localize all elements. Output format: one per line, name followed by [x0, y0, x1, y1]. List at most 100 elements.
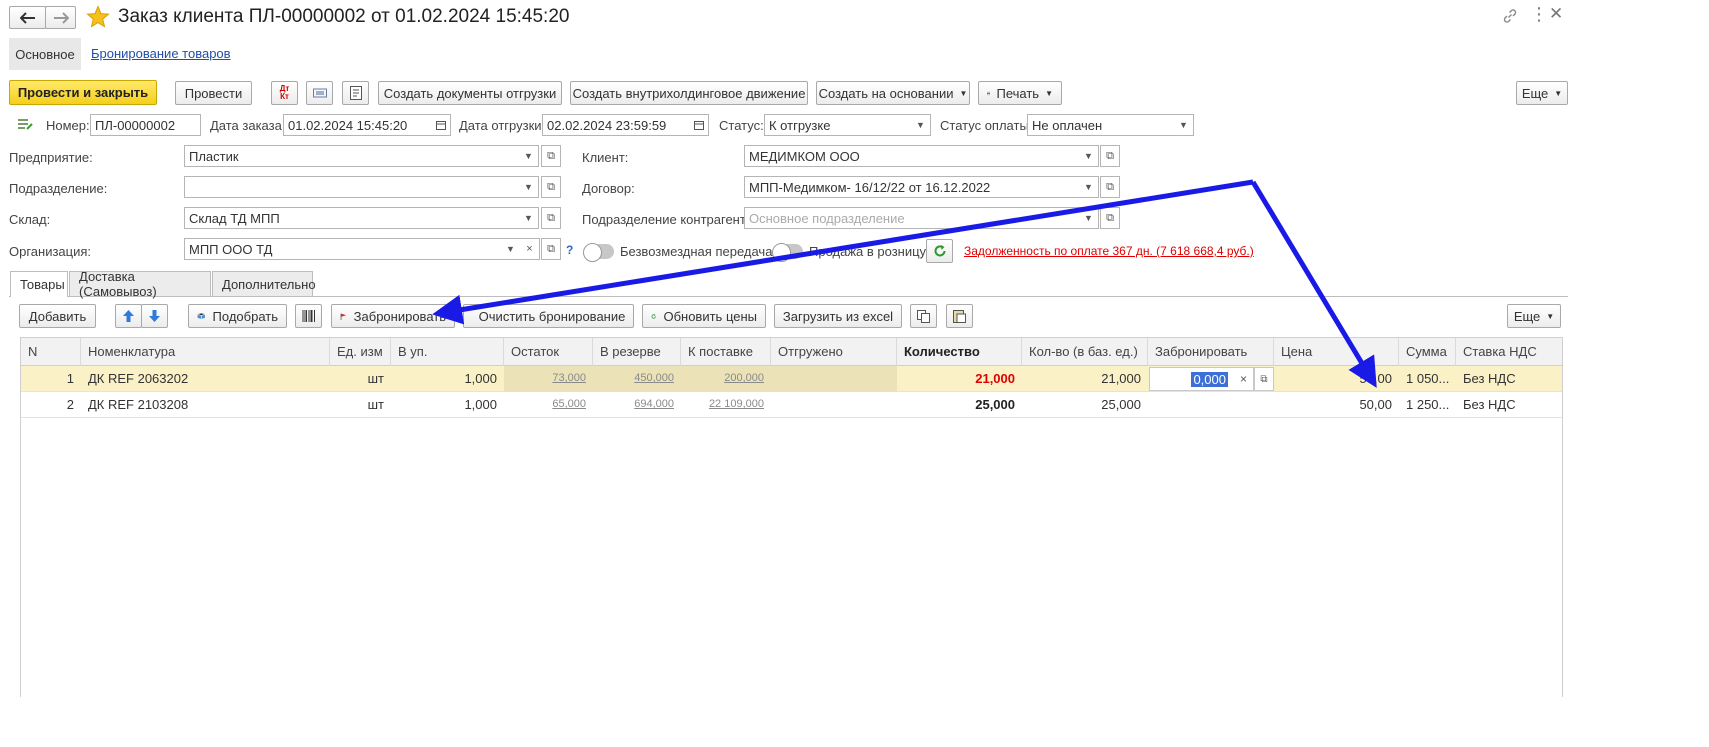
col-sum[interactable]: Сумма	[1399, 338, 1456, 366]
free-transfer-toggle[interactable]	[583, 243, 614, 262]
division-field[interactable]	[184, 176, 520, 198]
add-button[interactable]: Добавить	[19, 304, 96, 328]
cell-qty: 25,000	[975, 397, 1015, 412]
order-date-label: Дата заказа:	[210, 118, 286, 133]
enterprise-dropdown-button[interactable]: ▼	[519, 145, 539, 167]
cell-to-supply[interactable]: 200,000	[681, 366, 771, 392]
counterparty-division-field[interactable]: Основное подразделение	[744, 207, 1080, 229]
load-excel-button[interactable]: Загрузить из excel	[774, 304, 902, 328]
enterprise-field[interactable]: Пластик	[184, 145, 520, 167]
pay-status-field[interactable]: Не оплачен	[1027, 114, 1175, 136]
reserve-open-button[interactable]: ⧉	[1254, 367, 1274, 391]
order-date-field[interactable]: 01.02.2024 15:45:20	[283, 114, 432, 136]
tab-additional[interactable]: Дополнительно	[212, 271, 316, 296]
col-qty[interactable]: Количество	[897, 338, 1022, 366]
division-dropdown-button[interactable]: ▼	[519, 176, 539, 198]
organization-clear-button[interactable]: ×	[520, 238, 540, 260]
col-stock[interactable]: Остаток	[504, 338, 593, 366]
table-row[interactable]: 1 ДК REF 2063202 шт 1,000 73,000 450,000…	[21, 366, 1562, 392]
create-shipment-docs-button[interactable]: Создать документы отгрузки	[378, 81, 562, 105]
pay-status-label: Статус оплаты:	[940, 118, 1033, 133]
tab-delivery[interactable]: Доставка (Самовывоз)	[69, 269, 211, 299]
close-icon[interactable]: ✕	[1549, 4, 1563, 24]
copy-rows-button[interactable]	[910, 304, 937, 328]
kebab-menu-icon[interactable]: ⋮	[1530, 4, 1548, 25]
client-dropdown-button[interactable]: ▼	[1079, 145, 1099, 167]
back-button[interactable]	[9, 6, 46, 29]
status-dropdown-button[interactable]: ▼	[911, 114, 931, 136]
clear-reserve-button[interactable]: Очистить бронирование	[463, 304, 634, 328]
col-price[interactable]: Цена	[1274, 338, 1399, 366]
warehouse-open-button[interactable]: ⧉	[541, 207, 561, 229]
create-based-on-button[interactable]: Создать на основании ▼	[816, 81, 970, 105]
update-prices-button[interactable]: Обновить цены	[642, 304, 766, 328]
table-row[interactable]: 2 ДК REF 2103208 шт 1,000 65,000 694,000…	[21, 392, 1562, 418]
client-field[interactable]: МЕДИМКОМ ООО	[744, 145, 1080, 167]
print-button[interactable]: Печать ▼	[978, 81, 1062, 105]
post-button[interactable]: Провести	[175, 81, 252, 105]
cell-reserved[interactable]: 450,000	[593, 366, 681, 392]
printer-icon	[987, 91, 991, 95]
reserve-button[interactable]: Забронировать	[331, 304, 455, 328]
nav-tab-booking[interactable]: Бронирование товаров	[91, 46, 231, 61]
counterparty-division-open-button[interactable]: ⧉	[1100, 207, 1120, 229]
cell-stock[interactable]: 73,000	[504, 366, 593, 392]
organization-dropdown-button[interactable]: ▼	[501, 238, 521, 260]
counterparty-division-dropdown-button[interactable]: ▼	[1079, 207, 1099, 229]
post-and-close-button[interactable]: Провести и закрыть	[9, 80, 157, 105]
more-button[interactable]: Еще ▼	[1516, 81, 1568, 105]
move-up-button[interactable]	[115, 304, 142, 328]
reserve-clear-button[interactable]: ×	[1234, 367, 1254, 391]
debt-link[interactable]: Задолженность по оплате 367 дн. (7 618 6…	[964, 244, 1254, 258]
create-holding-movement-button[interactable]: Создать внутрихолдинговое движение	[570, 81, 808, 105]
paste-rows-button[interactable]	[946, 304, 973, 328]
warehouse-dropdown-button[interactable]: ▼	[519, 207, 539, 229]
status-field[interactable]: К отгрузке	[764, 114, 912, 136]
nav-tab-main[interactable]: Основное	[9, 38, 81, 70]
col-n[interactable]: N	[21, 338, 81, 366]
pay-status-dropdown-button[interactable]: ▼	[1174, 114, 1194, 136]
structure-button[interactable]	[306, 81, 333, 105]
col-reserve[interactable]: Забронировать	[1148, 338, 1274, 366]
cell-reserved[interactable]: 694,000	[593, 392, 681, 418]
col-qty-base[interactable]: Кол-во (в баз. ед.)	[1022, 338, 1148, 366]
client-open-button[interactable]: ⧉	[1100, 145, 1120, 167]
favorite-star-icon[interactable]	[86, 5, 110, 29]
organization-field[interactable]: МПП ООО ТД	[184, 238, 502, 260]
col-unit[interactable]: Ед. изм	[330, 338, 391, 366]
col-pack[interactable]: В уп.	[391, 338, 504, 366]
refresh-debt-button[interactable]	[926, 239, 953, 263]
division-open-button[interactable]: ⧉	[541, 176, 561, 198]
col-shipped[interactable]: Отгружено	[771, 338, 897, 366]
contract-open-button[interactable]: ⧉	[1100, 176, 1120, 198]
ship-date-field[interactable]: 02.02.2024 23:59:59	[542, 114, 690, 136]
number-label: Номер:	[46, 118, 90, 133]
order-date-calendar-button[interactable]	[431, 114, 451, 136]
forward-button[interactable]	[45, 6, 76, 29]
contract-dropdown-button[interactable]: ▼	[1079, 176, 1099, 198]
reserve-input[interactable]: 0,000	[1149, 367, 1235, 391]
retail-sale-toggle[interactable]	[772, 243, 803, 262]
move-down-button[interactable]	[141, 304, 168, 328]
warehouse-field[interactable]: Склад ТД МПП	[184, 207, 520, 229]
organization-open-button[interactable]: ⧉	[541, 238, 561, 260]
table-more-button[interactable]: Еще ▼	[1507, 304, 1561, 328]
help-icon[interactable]: ?	[566, 243, 573, 257]
col-reserved[interactable]: В резерве	[593, 338, 681, 366]
number-field[interactable]: ПЛ-00000002	[90, 114, 201, 136]
cell-to-supply[interactable]: 22 109,000	[681, 392, 771, 418]
dt-kt-button[interactable]: Дт Кт	[271, 81, 298, 105]
enterprise-open-button[interactable]: ⧉	[541, 145, 561, 167]
col-to-supply[interactable]: К поставке	[681, 338, 771, 366]
col-vat[interactable]: Ставка НДС	[1456, 338, 1562, 366]
link-icon[interactable]	[1502, 8, 1518, 24]
col-item[interactable]: Номенклатура	[81, 338, 330, 366]
cell-stock[interactable]: 65,000	[504, 392, 593, 418]
ship-date-calendar-button[interactable]	[689, 114, 709, 136]
cell-reserve[interactable]	[1148, 392, 1274, 418]
report-button[interactable]	[342, 81, 369, 105]
barcode-button[interactable]	[295, 304, 322, 328]
contract-field[interactable]: МПП-Медимком- 16/12/22 от 16.12.2022	[744, 176, 1080, 198]
tab-goods[interactable]: Товары	[10, 271, 68, 297]
pick-button[interactable]: Подобрать	[188, 304, 287, 328]
